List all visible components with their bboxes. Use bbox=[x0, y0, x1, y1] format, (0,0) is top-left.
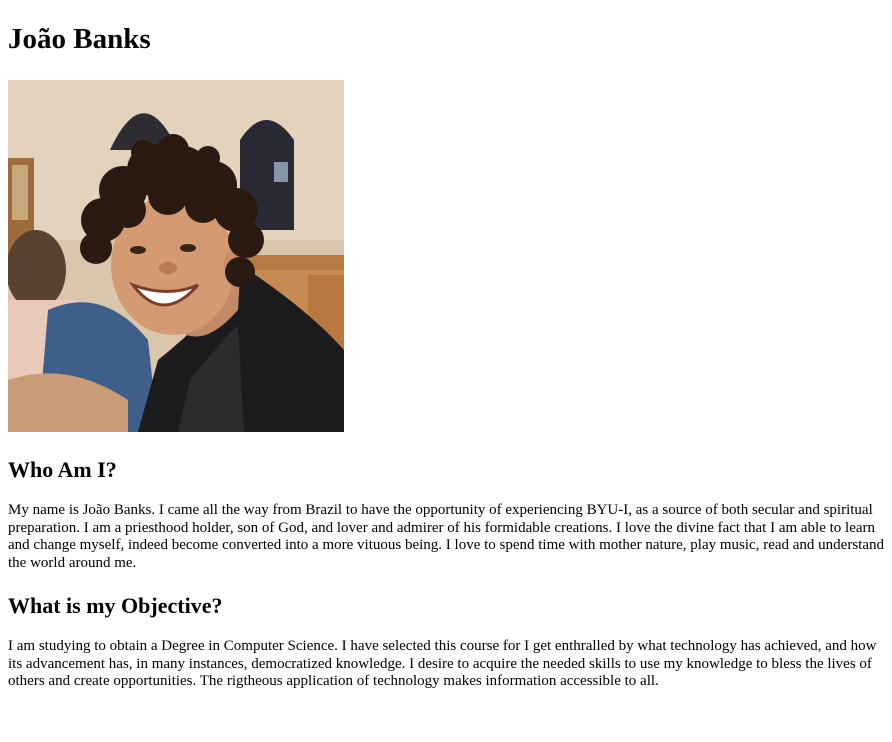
section-text-objective: I am studying to obtain a Degree in Comp… bbox=[8, 638, 877, 689]
section-text-who-am-i: My name is João Banks. I came all the wa… bbox=[8, 502, 884, 571]
page-content: João Banks Who Am I? My name is João Ban… bbox=[0, 0, 892, 691]
page-title: João Banks bbox=[8, 23, 151, 55]
profile-photo bbox=[8, 80, 344, 432]
section-heading-objective: What is my Objective? bbox=[8, 593, 223, 618]
profile-photo-illustration bbox=[8, 80, 344, 432]
section-heading-who-am-i: Who Am I? bbox=[8, 457, 117, 482]
